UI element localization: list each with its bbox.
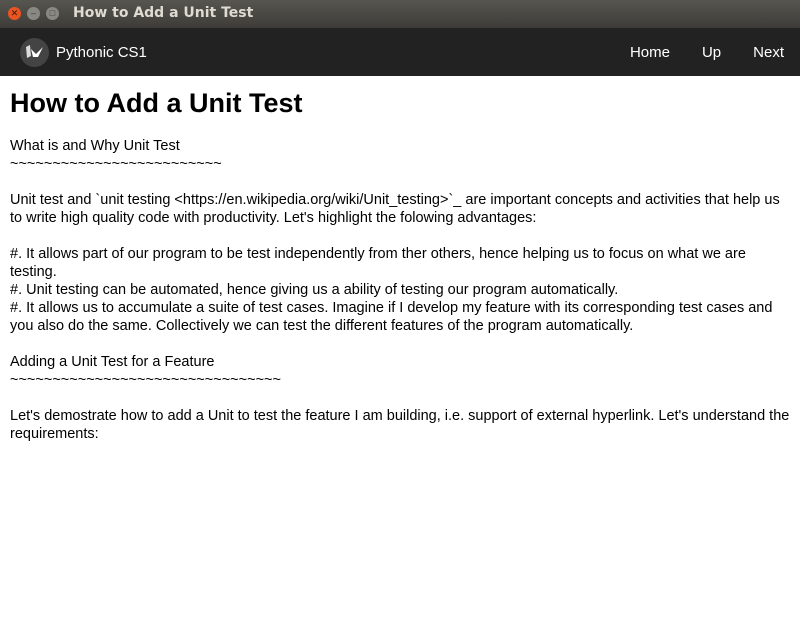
text-line: #. It allows us to accumulate a suite of… [10,300,777,334]
minimize-icon: – [30,8,36,18]
text-line: ~~~~~~~~~~~~~~~~~~~~~~~~~ [10,156,222,172]
maximize-icon: □ [49,8,56,18]
text-line: ~~~~~~~~~~~~~~~~~~~~~~~~~~~~~~~~ [10,372,281,388]
window-title: How to Add a Unit Test [73,5,254,21]
close-icon: ✕ [10,8,19,18]
brand-title[interactable]: Pythonic CS1 [56,44,147,61]
text-line: What is and Why Unit Test [10,138,180,154]
text-line: Adding a Unit Test for a Feature [10,354,215,370]
close-window-button[interactable]: ✕ [8,7,21,20]
kivy-logo-icon[interactable] [20,37,49,67]
page-content: How to Add a Unit Test What is and Why U… [0,88,800,443]
body-text: What is and Why Unit Test ~~~~~~~~~~~~~~~… [10,137,790,443]
maximize-window-button[interactable]: □ [46,7,59,20]
page-title: How to Add a Unit Test [10,88,303,118]
window-titlebar: ✕ – □ How to Add a Unit Test [0,0,800,28]
text-line: #. It allows part of our program to be t… [10,246,750,280]
navbar: Pythonic CS1 Home Up Next [0,28,800,76]
text-line: Unit test and `unit testing <https://en.… [10,192,784,226]
text-line: Let's demostrate how to add a Unit to te… [10,408,794,442]
nav-next-link[interactable]: Next [737,44,800,61]
minimize-window-button[interactable]: – [27,7,40,20]
nav-up-link[interactable]: Up [686,44,737,61]
text-line: #. Unit testing can be automated, hence … [10,282,619,298]
nav-home-link[interactable]: Home [614,44,686,61]
